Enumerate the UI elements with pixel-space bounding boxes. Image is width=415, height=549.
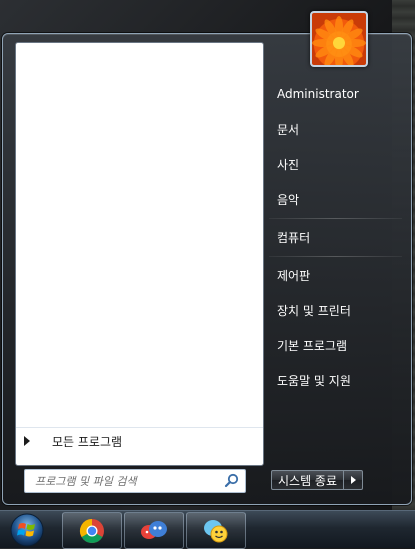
search-box[interactable] [24, 469, 246, 493]
start-menu: 모든 프로그램 Administrator 문서 사진 음악 컴퓨터 제어판 장… [2, 33, 412, 505]
shutdown-group: 시스템 종료 [271, 470, 364, 490]
search-icon[interactable] [223, 472, 241, 490]
menu-item-help-support[interactable]: 도움말 및 지원 [269, 366, 395, 394]
chrome-icon [79, 518, 104, 543]
all-programs-button[interactable]: 모든 프로그램 [16, 427, 263, 454]
windows-orb-icon[interactable] [8, 512, 46, 548]
menu-item-label: 장치 및 프린터 [277, 303, 351, 318]
menu-item-pictures[interactable]: 사진 [269, 150, 395, 178]
shutdown-options-button[interactable] [344, 470, 364, 490]
menu-item-user[interactable]: Administrator [269, 80, 395, 108]
shutdown-button[interactable]: 시스템 종료 [271, 470, 345, 490]
taskbar-chrome-button[interactable] [62, 512, 122, 549]
menu-item-computer[interactable]: 컴퓨터 [269, 223, 395, 251]
menu-item-label: 도움말 및 지원 [277, 373, 351, 388]
taskbar-chat-button[interactable] [186, 512, 246, 549]
flower-avatar-icon [312, 16, 366, 65]
user-picture[interactable] [310, 11, 368, 67]
chat-bubble-icon [204, 519, 228, 542]
menu-item-label: 음악 [277, 192, 300, 207]
menu-item-label: 제어판 [277, 268, 311, 283]
menu-item-label: Administrator [277, 87, 359, 101]
menu-item-label: 문서 [277, 122, 300, 137]
menu-separator [269, 218, 402, 219]
triangle-right-icon [24, 436, 30, 446]
menu-separator [269, 256, 402, 257]
menu-item-label: 컴퓨터 [277, 230, 311, 245]
menu-item-default-programs[interactable]: 기본 프로그램 [269, 331, 395, 359]
taskbar [0, 510, 415, 549]
triangle-right-icon [350, 476, 356, 484]
menu-item-documents[interactable]: 문서 [269, 115, 395, 143]
menu-item-label: 사진 [277, 157, 300, 172]
menu-item-control-panel[interactable]: 제어판 [269, 261, 395, 289]
menu-item-label: 기본 프로그램 [277, 338, 348, 353]
all-programs-label: 모든 프로그램 [52, 434, 123, 449]
programs-pane: 모든 프로그램 [15, 42, 264, 466]
menu-item-music[interactable]: 음악 [269, 185, 395, 213]
taskbar-messenger-button[interactable] [124, 512, 184, 549]
search-input[interactable] [33, 471, 223, 491]
messenger-icon [141, 520, 167, 539]
menu-item-devices-printers[interactable]: 장치 및 프린터 [269, 296, 395, 324]
